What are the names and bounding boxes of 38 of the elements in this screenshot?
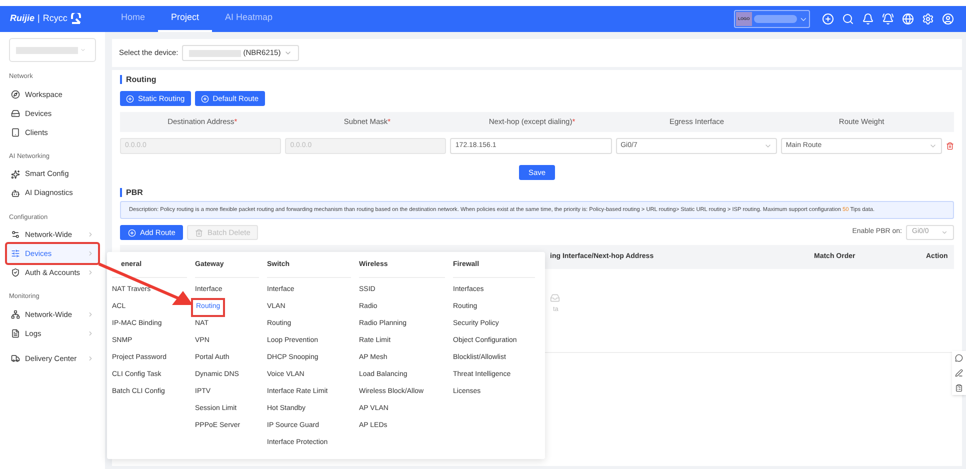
clipboard-icon[interactable] <box>955 384 963 392</box>
empty-box-icon <box>550 293 560 303</box>
search-icon[interactable] <box>842 13 854 25</box>
device-name-blur <box>189 50 242 56</box>
brand-logo: Ruijie | Rcycc <box>10 12 94 26</box>
section-title: Routing <box>120 75 156 84</box>
document-icon <box>11 329 20 338</box>
add-icon <box>128 228 136 236</box>
chat-icon[interactable] <box>955 354 963 362</box>
sparkle-icon <box>11 170 20 178</box>
add-icon <box>126 94 134 102</box>
delete-icon <box>195 228 204 236</box>
section-title: PBR <box>120 188 143 197</box>
robot-icon <box>11 188 20 198</box>
chevron-down-icon <box>929 142 938 150</box>
globe-icon[interactable] <box>902 13 914 25</box>
sliders-icon <box>11 249 20 258</box>
bell-icon[interactable] <box>862 13 874 25</box>
tablet-icon <box>11 128 20 137</box>
org-name-blur <box>754 15 798 23</box>
drive-icon <box>11 108 20 118</box>
settings-icon[interactable] <box>922 13 934 25</box>
delete-icon[interactable] <box>946 142 954 150</box>
pen-icon[interactable] <box>955 368 963 377</box>
add-icon[interactable] <box>822 13 834 25</box>
network-icon <box>11 310 20 319</box>
chevron-down-icon <box>764 142 772 150</box>
chevron-down-icon <box>80 47 86 53</box>
user-icon[interactable] <box>942 13 954 25</box>
chevron-down-icon <box>284 49 292 57</box>
alert-icon[interactable] <box>882 13 894 25</box>
compass-icon <box>11 90 20 99</box>
add-icon <box>200 94 209 102</box>
project-name-blur <box>16 46 78 54</box>
truck-icon <box>11 354 20 363</box>
settings-icon <box>11 230 20 240</box>
shield-icon <box>11 268 20 278</box>
chevron-down-icon <box>941 229 948 236</box>
